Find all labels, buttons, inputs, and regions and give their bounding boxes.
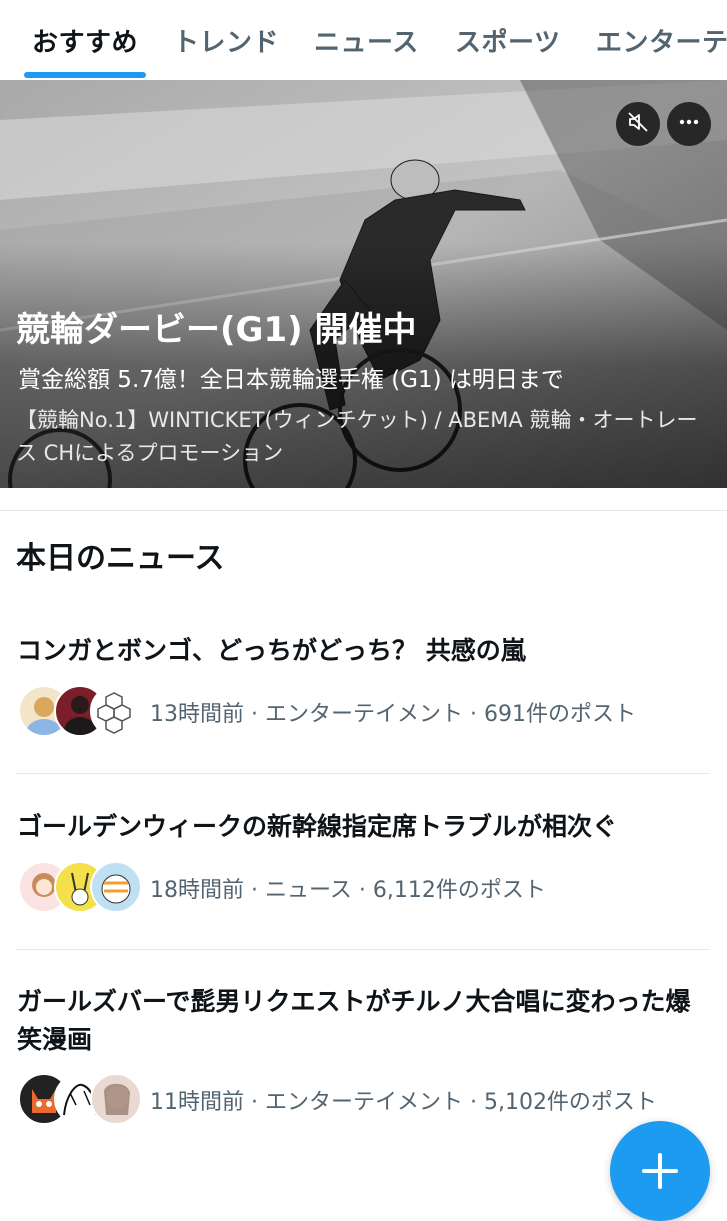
hero-promotion-text: 【競輪No.1】WINTICKET(ウィンチケット) / ABEMA 競輪・オー… bbox=[16, 408, 698, 465]
avatar bbox=[90, 1073, 142, 1125]
section-title: 本日のニュース bbox=[16, 541, 225, 576]
plus-icon bbox=[640, 1151, 680, 1195]
mute-button[interactable] bbox=[616, 102, 660, 146]
list-divider bbox=[16, 949, 710, 950]
news-title: ガールズバーで髭男リクエストがチルノ大合唱に変わった爆笑漫画 bbox=[17, 987, 691, 1054]
news-title: コンガとボンゴ、どっちがどっち？ 共感の嵐 bbox=[17, 636, 526, 665]
news-meta: 18時間前 · ニュース · 6,112件のポスト bbox=[150, 878, 546, 903]
avatar-group bbox=[18, 861, 142, 913]
news-meta: 13時間前 · エンターテイメント · 691件のポスト bbox=[150, 702, 636, 727]
promoted-trend-card[interactable]: 競輪ダービー(G1) 開催中 賞金総額 5.7億！全日本競輪選手権 (G1) は… bbox=[0, 80, 727, 488]
hero-title: 競輪ダービー(G1) 開催中 bbox=[16, 310, 417, 350]
speaker-muted-icon bbox=[626, 110, 650, 138]
tab-recommended[interactable]: おすすめ bbox=[32, 22, 138, 59]
more-options-button[interactable] bbox=[667, 102, 711, 146]
news-title: ゴールデンウィークの新幹線指定席トラブルが相次ぐ bbox=[17, 812, 618, 841]
news-meta: 11時間前 · エンターテイメント · 5,102件のポスト bbox=[150, 1090, 657, 1115]
avatar-group bbox=[18, 685, 142, 737]
active-tab-indicator bbox=[24, 72, 146, 78]
hero-subtitle: 賞金総額 5.7億！全日本競輪選手権 (G1) は明日まで bbox=[18, 367, 564, 393]
more-dots-icon bbox=[677, 110, 701, 138]
avatar bbox=[90, 861, 142, 913]
top-tab-bar: おすすめ トレンド ニュース スポーツ エンターテ bbox=[0, 0, 727, 81]
compose-post-button[interactable] bbox=[610, 1121, 710, 1221]
tab-news[interactable]: ニュース bbox=[314, 22, 419, 59]
avatar bbox=[90, 685, 142, 737]
tab-trending[interactable]: トレンド bbox=[173, 22, 279, 59]
tab-entertainment[interactable]: エンターテ bbox=[596, 22, 727, 59]
list-divider bbox=[16, 773, 710, 774]
section-divider bbox=[0, 510, 727, 511]
tab-sports[interactable]: スポーツ bbox=[455, 22, 560, 59]
avatar-group bbox=[18, 1073, 142, 1125]
